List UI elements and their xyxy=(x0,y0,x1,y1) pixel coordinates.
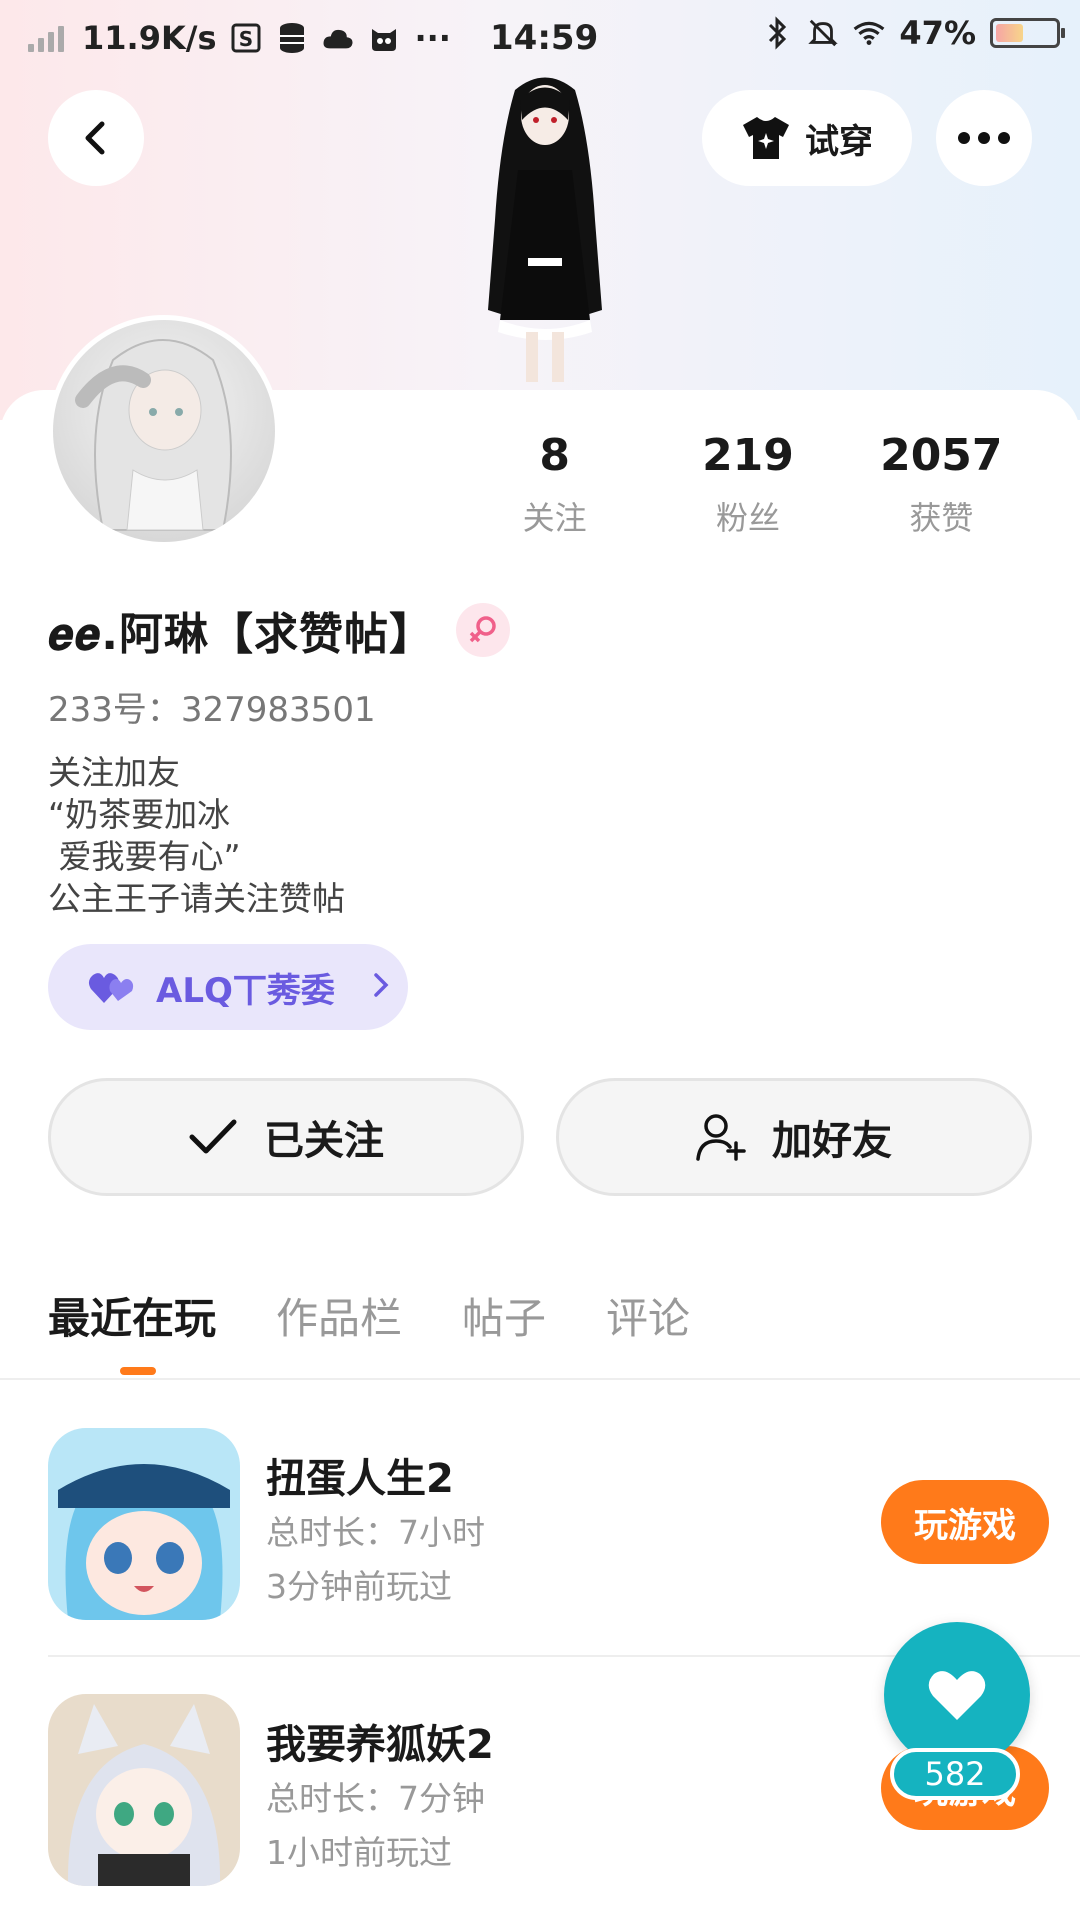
try-on-label: 试穿 xyxy=(805,121,873,162)
avatar-figure-image[interactable] xyxy=(430,70,660,390)
stat-value: 2057 xyxy=(880,430,1003,481)
profile-name: 𝒆𝒆.阿琳【求赞帖】 xyxy=(48,609,435,660)
mute-bell-icon xyxy=(807,17,839,49)
cloud-icon xyxy=(322,22,354,54)
stat-value: 219 xyxy=(702,430,794,481)
profile-avatar[interactable] xyxy=(48,315,280,547)
like-count-badge: 582 xyxy=(890,1748,1020,1800)
stat-label: 关注 xyxy=(522,499,587,537)
bio-line: 爱我要有心” xyxy=(48,837,241,876)
checkmark-icon xyxy=(189,1119,237,1154)
stat-followers[interactable]: 219 粉丝 xyxy=(649,430,846,539)
add-friend-label: 加好友 xyxy=(772,1118,892,1164)
tab-comments[interactable]: 评论 xyxy=(606,1285,690,1346)
name-row: 𝒆𝒆.阿琳【求赞帖】 xyxy=(48,598,511,662)
list-item[interactable]: 扭蛋人生2 总时长：7小时 3分钟前玩过 玩游戏 xyxy=(48,1428,1049,1623)
following-label: 已关注 xyxy=(264,1118,384,1164)
bio-line: 关注加友 xyxy=(48,753,180,792)
battery-percent: 47% xyxy=(899,14,976,52)
shirt-icon xyxy=(743,117,789,159)
svg-text:S: S xyxy=(239,27,253,51)
chevron-right-icon xyxy=(373,968,389,1006)
tab-posts[interactable]: 帖子 xyxy=(462,1285,546,1346)
cat-app-icon xyxy=(368,22,400,54)
back-button[interactable] xyxy=(48,90,144,186)
tab-recently-played[interactable]: 最近在玩 xyxy=(48,1285,216,1346)
profile-bio: 关注加友 “奶茶要加冰 爱我要有心” 公主王子请关注赞帖 xyxy=(48,752,345,920)
stat-value: 8 xyxy=(539,430,570,481)
profile-stats: 8 关注 219 粉丝 2057 获赞 xyxy=(460,430,1040,539)
badge-label: ALQ丅莠委 xyxy=(156,970,335,1011)
battery-level-fill xyxy=(996,24,1024,42)
active-tab-indicator xyxy=(120,1367,156,1375)
wifi-icon xyxy=(853,17,885,49)
game-icon xyxy=(48,1428,240,1620)
chevron-left-icon xyxy=(85,121,105,155)
game-last-played: 1小时前玩过 xyxy=(266,1833,452,1872)
following-button[interactable]: 已关注 xyxy=(48,1078,524,1196)
game-title: 扭蛋人生2 xyxy=(266,1456,454,1502)
stat-following[interactable]: 8 关注 xyxy=(456,430,653,539)
avatar-image xyxy=(75,339,232,531)
stat-label: 获赞 xyxy=(909,499,974,537)
game-duration: 总时长：7分钟 xyxy=(266,1779,485,1818)
add-user-icon xyxy=(696,1114,746,1161)
like-fab[interactable] xyxy=(884,1622,1030,1768)
clock: 14:59 xyxy=(490,18,599,58)
bio-line: “奶茶要加冰 xyxy=(48,795,231,834)
couple-badge[interactable]: ALQ丅莠委 xyxy=(48,944,408,1030)
double-heart-icon xyxy=(88,973,134,1003)
female-gender-icon xyxy=(456,603,511,657)
s-app-icon: S xyxy=(230,22,262,54)
heart-icon xyxy=(928,1671,986,1720)
signal-icon xyxy=(28,24,64,52)
bio-line: 公主王子请关注赞帖 xyxy=(48,879,345,918)
try-on-button[interactable]: 试穿 xyxy=(702,90,912,186)
more-dots-icon xyxy=(958,132,1010,144)
play-game-button[interactable]: 玩游戏 xyxy=(881,1480,1049,1564)
game-title: 我要养狐妖2 xyxy=(266,1722,494,1768)
database-icon xyxy=(276,22,308,54)
user-id: 233号：327983501 xyxy=(48,690,376,730)
more-status-icon: ··· xyxy=(414,19,451,57)
game-duration: 总时长：7小时 xyxy=(266,1513,485,1552)
tabs-divider xyxy=(0,1378,1080,1380)
game-last-played: 3分钟前玩过 xyxy=(266,1567,452,1606)
game-icon xyxy=(48,1694,240,1886)
status-bar: 11.9K/s S ··· 14:59 47% xyxy=(0,0,1080,76)
stat-likes[interactable]: 2057 获赞 xyxy=(843,430,1040,539)
more-options-button[interactable] xyxy=(936,90,1032,186)
network-speed: 11.9K/s xyxy=(82,19,217,57)
profile-tabs: 最近在玩 作品栏 帖子 评论 xyxy=(48,1285,690,1346)
battery-icon xyxy=(990,18,1065,48)
stat-label: 粉丝 xyxy=(715,499,780,537)
bluetooth-icon xyxy=(761,16,793,50)
add-friend-button[interactable]: 加好友 xyxy=(556,1078,1032,1196)
tab-works[interactable]: 作品栏 xyxy=(276,1285,402,1346)
